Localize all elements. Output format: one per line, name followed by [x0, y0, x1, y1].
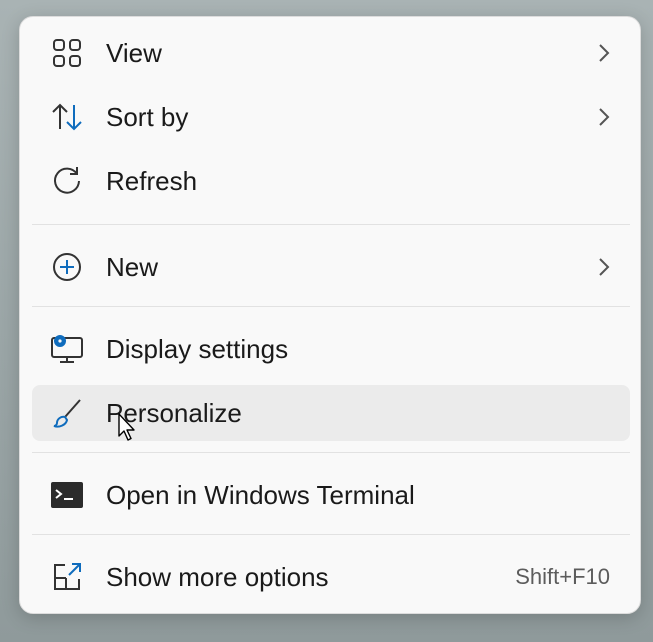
menu-item-label: Display settings: [106, 333, 289, 364]
menu-item-new[interactable]: New: [32, 239, 630, 295]
plus-circle-icon: [50, 250, 84, 284]
context-menu: View Sort by Refresh New Display setting…: [19, 16, 641, 614]
menu-separator: [32, 224, 630, 225]
sort-arrows-icon: [50, 100, 84, 134]
menu-item-refresh[interactable]: Refresh: [32, 153, 630, 209]
menu-separator: [32, 306, 630, 307]
menu-item-view[interactable]: View: [32, 25, 630, 81]
chevron-right-icon: [596, 41, 612, 65]
menu-item-label: Refresh: [106, 165, 198, 196]
menu-item-label: Sort by: [106, 101, 189, 132]
mouse-pointer-icon: [117, 412, 139, 442]
refresh-icon: [50, 164, 84, 198]
menu-separator: [32, 452, 630, 453]
brush-icon: [50, 396, 84, 430]
chevron-right-icon: [596, 105, 612, 129]
keyboard-shortcut: Shift+F10: [515, 564, 610, 589]
show-more-options-icon: [50, 560, 84, 594]
menu-item-show-more-options[interactable]: Show more options Shift+F10: [32, 549, 630, 605]
terminal-icon: [50, 478, 84, 512]
grid-icon: [50, 36, 84, 70]
menu-item-label: Show more options: [106, 561, 329, 592]
menu-item-label: Open in Windows Terminal: [106, 479, 415, 510]
chevron-right-icon: [596, 255, 612, 279]
display-settings-icon: [50, 332, 84, 366]
menu-item-open-in-terminal[interactable]: Open in Windows Terminal: [32, 467, 630, 523]
menu-item-sort-by[interactable]: Sort by: [32, 89, 630, 145]
menu-item-display-settings[interactable]: Display settings: [32, 321, 630, 377]
menu-separator: [32, 534, 630, 535]
menu-item-label: New: [106, 251, 159, 282]
menu-item-label: View: [106, 37, 162, 68]
